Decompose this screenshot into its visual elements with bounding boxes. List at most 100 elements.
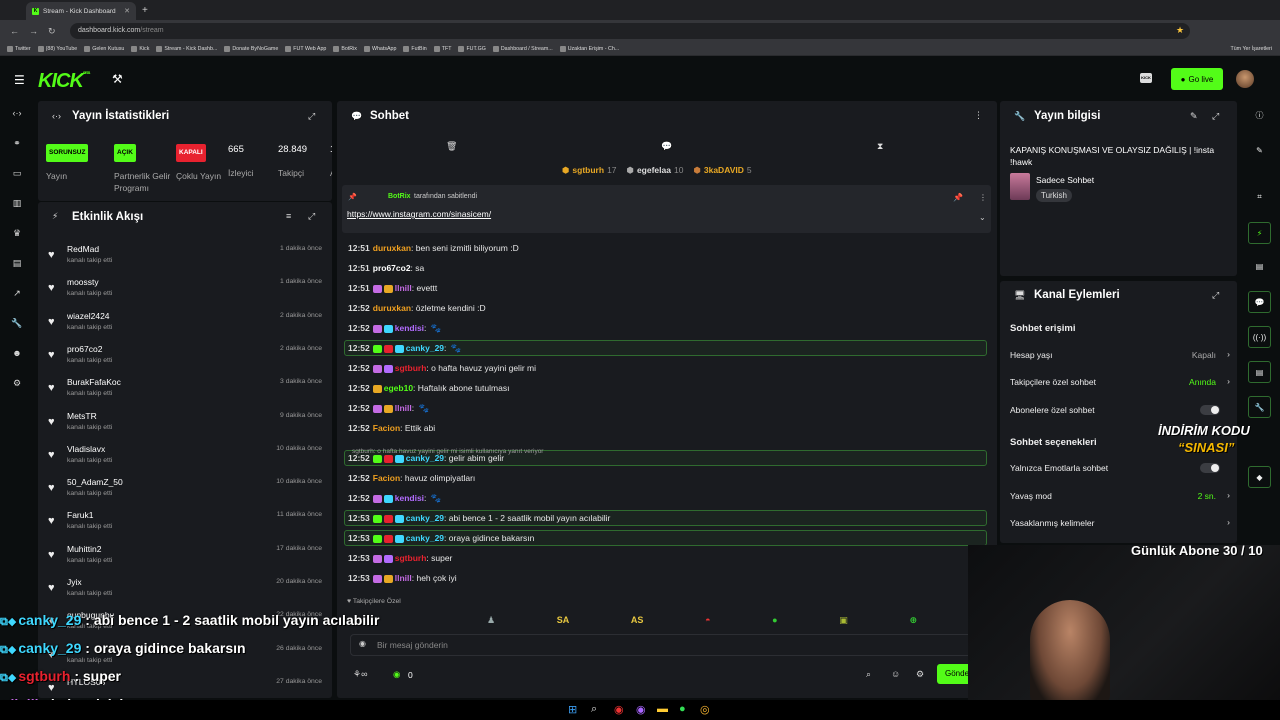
chat-access-row[interactable]: Takipçilere özel sohbet Anında ›: [1010, 376, 1230, 387]
menu-icon[interactable]: ☰: [14, 73, 25, 87]
emote-sa[interactable]: SA: [557, 615, 570, 625]
bookmark-item[interactable]: FutBin: [403, 45, 427, 52]
message-username[interactable]: kendisi: [395, 493, 424, 503]
chat-message[interactable]: 12:52 duruxkan: özletme kendini :D: [348, 303, 486, 313]
all-bookmarks-link[interactable]: Tüm Yer İşaretleri: [1230, 46, 1272, 52]
avatar[interactable]: [1236, 70, 1254, 88]
top-chatter[interactable]: ⬢ sgtburh 17: [562, 165, 617, 176]
activity-item[interactable]: ♥ BurakFafaKoc kanalı takip etti 3 dakika ö…: [48, 375, 328, 405]
collapse-chevron-icon[interactable]: ⌄: [979, 213, 986, 222]
hourglass-icon[interactable]: ⧗: [877, 141, 883, 152]
bookmark-item[interactable]: WhatsApp: [363, 45, 396, 52]
message-username[interactable]: canky_29: [406, 533, 444, 543]
bookmark-item[interactable]: Uzaktan Erişim - Ch...: [559, 45, 619, 52]
bookmark-item[interactable]: BotRix: [333, 45, 357, 52]
chat-message[interactable]: 12:51 pro67co2: sa: [348, 263, 424, 273]
link-icon[interactable]: ⚭: [11, 138, 23, 148]
taskbar-discord-icon[interactable]: ◉: [636, 703, 646, 716]
bookmark-item[interactable]: Stream - Kick Dashb...: [156, 45, 217, 52]
emote-box-icon[interactable]: ▣: [839, 615, 848, 626]
bookmark-item[interactable]: Kick: [131, 45, 149, 52]
bookmark-item[interactable]: TFT: [433, 45, 451, 52]
expand-icon[interactable]: ⤢: [1212, 111, 1219, 122]
document-icon[interactable]: ▤: [1248, 256, 1271, 278]
message-username[interactable]: sgtburh: [395, 553, 427, 563]
go-live-button[interactable]: ● Go live: [1171, 68, 1223, 90]
bookmark-star-icon[interactable]: ★: [1176, 25, 1184, 36]
new-tab-icon[interactable]: +: [142, 5, 148, 16]
bookmark-item[interactable]: Dashboard / Stream...: [492, 45, 553, 52]
chat-icon[interactable]: 💬: [1248, 291, 1271, 313]
crop-icon[interactable]: ⌗: [1248, 186, 1271, 208]
filter-icon[interactable]: ≡: [286, 211, 291, 221]
chat-bubble-icon[interactable]: 💬: [661, 141, 672, 152]
chat-message[interactable]: 12:52 sgtburh: o hafta havuz yayini gelir…: [348, 363, 536, 373]
emote-frog-icon[interactable]: ●: [772, 615, 777, 625]
expand-icon[interactable]: ⤢: [1212, 290, 1219, 301]
chat-message[interactable]: 12:51 duruxkan: ben seni izmitli biliyoru…: [348, 243, 519, 253]
wrench-icon[interactable]: 🔧: [11, 318, 23, 328]
chat-message[interactable]: 12:52 egeb10: Haftalık abone tutulması: [348, 383, 509, 393]
language-tag[interactable]: Turkish: [1036, 189, 1072, 202]
taskbar-folder-icon[interactable]: ▬: [657, 703, 668, 715]
message-username[interactable]: duruxkan: [373, 303, 411, 313]
message-username[interactable]: llnill: [395, 283, 412, 293]
message-username[interactable]: sgtburh: [395, 363, 427, 373]
tool-icon[interactable]: 🔧: [1248, 396, 1271, 418]
activity-item[interactable]: ♥ Muhittin2 kanalı takip etti 17 dakika önc…: [48, 542, 328, 572]
chat-message-input[interactable]: Bir mesaj gönderin: [350, 634, 974, 656]
chat-message[interactable]: 12:52 Facion: havuz olimpiyatları: [348, 473, 475, 483]
expand-icon[interactable]: ⤢: [308, 211, 315, 222]
activity-item[interactable]: ♥ moossty kanalı takip etti 1 dakika önce: [48, 275, 328, 305]
taskbar-search-icon[interactable]: ⌕: [591, 703, 597, 716]
activity-item[interactable]: ♥ Faruk1 kanalı takip etti 11 dakika önce: [48, 508, 328, 538]
forward-icon[interactable]: →: [29, 26, 38, 36]
activity-item[interactable]: ♥ pro67co2 kanalı takip etti 2 dakika önce: [48, 342, 328, 372]
chart-icon[interactable]: ▥: [11, 198, 23, 208]
chat-message[interactable]: 12:53 sgtburh: super: [348, 553, 452, 563]
list-icon[interactable]: ▤: [1248, 361, 1271, 383]
tools-icon[interactable]: ⚙: [11, 378, 23, 388]
chat-settings-icon[interactable]: ⚙: [916, 669, 924, 680]
chat-message[interactable]: 12:52 Facion: Ettik abi: [348, 423, 435, 433]
message-username[interactable]: kendisi: [395, 323, 424, 333]
bookmark-item[interactable]: FUT Web App: [285, 45, 326, 52]
back-icon[interactable]: ←: [10, 26, 19, 36]
emote-as[interactable]: AS: [631, 615, 644, 625]
activity-item[interactable]: ♥ MetsTR kanalı takip etti 9 dakika önce: [48, 409, 328, 439]
settings-link-icon[interactable]: ⚘∞: [353, 669, 367, 680]
reload-icon[interactable]: ↻: [48, 26, 56, 37]
video-icon[interactable]: ▤: [11, 258, 23, 268]
pen-icon[interactable]: ✎: [1248, 140, 1271, 162]
message-username[interactable]: llnill: [395, 573, 412, 583]
emoji-icon[interactable]: ☺: [891, 669, 900, 679]
edit-icon[interactable]: ✎: [1190, 111, 1198, 122]
subs-only-toggle[interactable]: [1200, 405, 1220, 415]
activity-item[interactable]: ♥ wiazel2424 kanalı takip etti 2 dakika önc…: [48, 309, 328, 339]
taskbar-app-icon[interactable]: ◉: [614, 703, 624, 716]
emote-only-row[interactable]: Yalnızca Emotlarla sohbet: [1010, 463, 1230, 473]
activity-item[interactable]: ♥ RedMad kanalı takip etti 1 dakika önce: [48, 242, 328, 272]
info-icon[interactable]: ⓘ: [1248, 105, 1271, 127]
emote-gauge-icon[interactable]: ◓: [705, 615, 710, 625]
bookmark-item[interactable]: (88) YouTube: [37, 45, 77, 52]
chat-message[interactable]: 12:52 kendisi: 🐾: [348, 323, 441, 334]
monitor-icon[interactable]: ▭: [11, 168, 23, 178]
chat-message[interactable]: 12:52 kendisi: 🐾: [348, 493, 441, 504]
taskbar-spotify-icon[interactable]: ●: [679, 703, 686, 715]
more-options-icon[interactable]: ⋮: [974, 110, 983, 121]
users-icon[interactable]: ☻: [11, 348, 23, 358]
bookmark-item[interactable]: Twitter: [7, 45, 31, 52]
message-username[interactable]: canky_29: [406, 513, 444, 523]
message-username[interactable]: Facion: [373, 423, 400, 433]
top-chatter[interactable]: ⬢ 3kaDAVID 5: [693, 165, 751, 176]
category-thumbnail[interactable]: [1010, 173, 1030, 200]
search-icon[interactable]: ⌕: [866, 669, 871, 680]
slow-mode-row[interactable]: Yavaş mod 2 sn. ›: [1010, 490, 1230, 501]
chat-message[interactable]: 12:52 llnill: 🐾: [348, 403, 429, 414]
close-tab-icon[interactable]: ✕: [124, 7, 130, 15]
message-username[interactable]: duruxkan: [373, 243, 411, 253]
analytics-icon[interactable]: ↗: [11, 288, 23, 298]
chat-message[interactable]: 12:53 canky_29: abi bence 1 - 2 saatlik m…: [348, 513, 610, 523]
banned-words-row[interactable]: Yasaklanmış kelimeler ›: [1010, 517, 1230, 528]
